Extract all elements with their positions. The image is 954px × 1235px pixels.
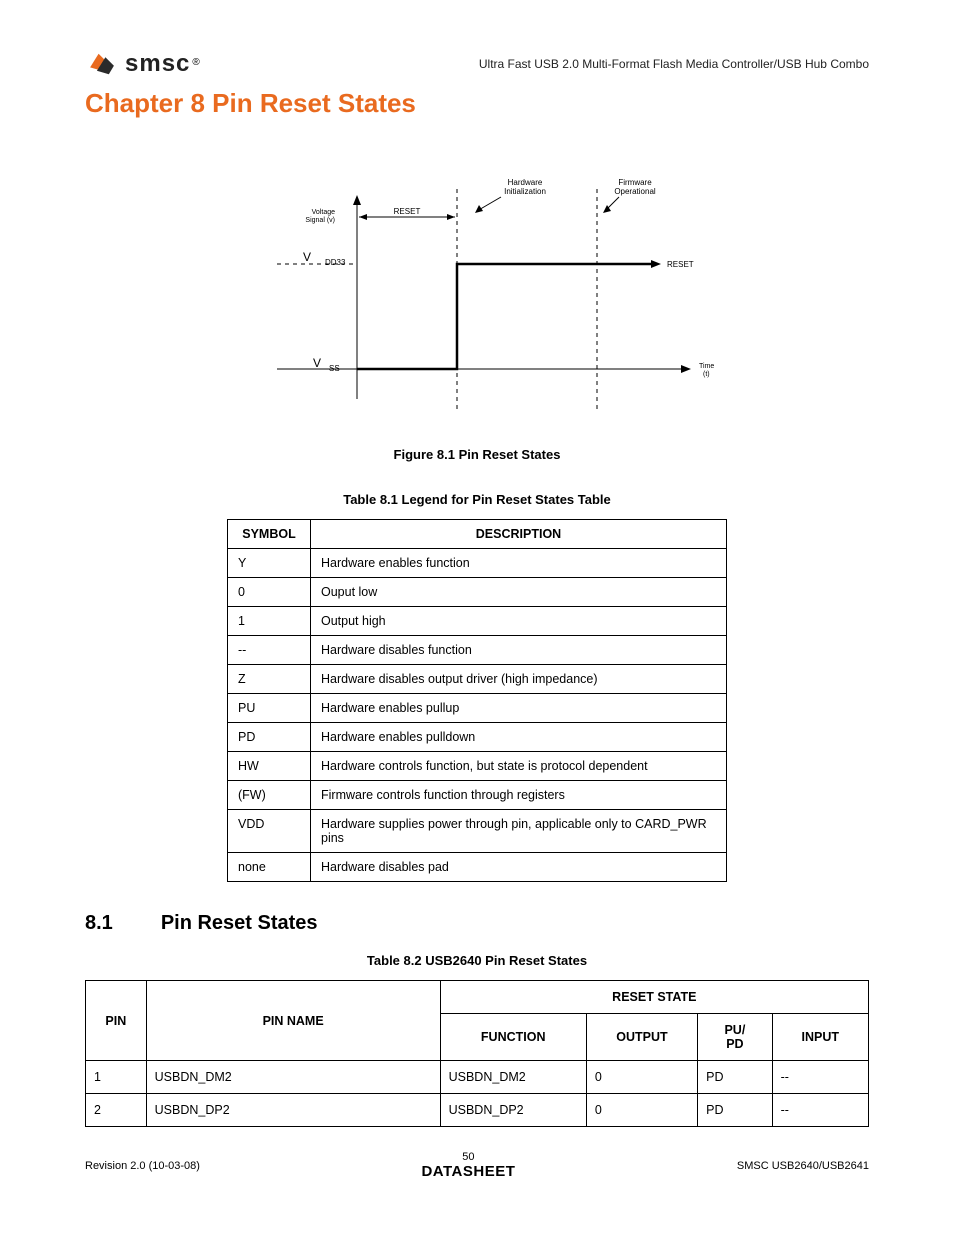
pins-header-function: FUNCTION — [440, 1014, 586, 1061]
legend-symbol: (FW) — [228, 781, 311, 810]
pins-cell-pupd: PD — [698, 1094, 772, 1127]
legend-row: (FW)Firmware controls function through r… — [228, 781, 727, 810]
logo: smsc® — [85, 50, 200, 78]
legend-description: Hardware disables function — [311, 636, 727, 665]
section-heading: 8.1 Pin Reset States — [85, 912, 869, 935]
legend-row: 0Ouput low — [228, 578, 727, 607]
legend-row: noneHardware disables pad — [228, 853, 727, 882]
svg-text:Hardware: Hardware — [508, 178, 543, 187]
logo-text: smsc® — [125, 50, 200, 78]
pins-header-pin: PIN — [86, 981, 147, 1061]
legend-symbol: PD — [228, 723, 311, 752]
svg-text:(t): (t) — [703, 371, 710, 378]
figure-caption: Figure 8.1 Pin Reset States — [85, 447, 869, 462]
pins-header-pupd: PU/ PD — [698, 1014, 772, 1061]
pins-header-output: OUTPUT — [586, 1014, 697, 1061]
svg-text:RESET: RESET — [667, 260, 694, 269]
table-legend-caption: Table 8.1 Legend for Pin Reset States Ta… — [85, 492, 869, 507]
legend-description: Hardware disables pad — [311, 853, 727, 882]
footer-page: 50 — [421, 1151, 515, 1163]
svg-text:Signal (v): Signal (v) — [305, 217, 335, 224]
svg-text:Firmware: Firmware — [618, 178, 652, 187]
pins-row: 2USBDN_DP2USBDN_DP20PD-- — [86, 1094, 869, 1127]
legend-description: Hardware enables function — [311, 549, 727, 578]
legend-symbol: HW — [228, 752, 311, 781]
legend-symbol: PU — [228, 694, 311, 723]
footer-right: SMSC USB2640/USB2641 — [737, 1160, 869, 1172]
legend-symbol: VDD — [228, 810, 311, 853]
section-title: Pin Reset States — [161, 912, 318, 935]
legend-symbol: none — [228, 853, 311, 882]
pins-cell-function: USBDN_DM2 — [440, 1061, 586, 1094]
svg-text:Time: Time — [699, 363, 714, 370]
legend-table: SYMBOL DESCRIPTION YHardware enables fun… — [227, 519, 727, 882]
legend-row: PUHardware enables pullup — [228, 694, 727, 723]
svg-text:V: V — [313, 356, 321, 370]
figure-diagram: Time (t) Voltage Signal (v) RESET Hardwa… — [85, 169, 869, 429]
legend-symbol: Y — [228, 549, 311, 578]
pins-cell-output: 0 — [586, 1061, 697, 1094]
legend-description: Hardware controls function, but state is… — [311, 752, 727, 781]
legend-header-symbol: SYMBOL — [228, 520, 311, 549]
pins-cell-name: USBDN_DM2 — [146, 1061, 440, 1094]
chapter-title: Chapter 8 Pin Reset States — [85, 88, 869, 119]
svg-text:V: V — [303, 250, 311, 264]
pins-cell-pin: 2 — [86, 1094, 147, 1127]
pins-header-name: PIN NAME — [146, 981, 440, 1061]
svg-text:Voltage: Voltage — [312, 209, 335, 216]
legend-symbol: Z — [228, 665, 311, 694]
legend-symbol: 0 — [228, 578, 311, 607]
legend-row: 1Output high — [228, 607, 727, 636]
table-pins-caption: Table 8.2 USB2640 Pin Reset States — [85, 953, 869, 968]
legend-description: Ouput low — [311, 578, 727, 607]
pins-cell-output: 0 — [586, 1094, 697, 1127]
legend-symbol: -- — [228, 636, 311, 665]
legend-row: ZHardware disables output driver (high i… — [228, 665, 727, 694]
pins-cell-input: -- — [772, 1061, 868, 1094]
page-footer: Revision 2.0 (10-03-08) 50 DATASHEET SMS… — [85, 1151, 869, 1180]
pins-cell-function: USBDN_DP2 — [440, 1094, 586, 1127]
legend-description: Hardware enables pullup — [311, 694, 727, 723]
legend-row: VDDHardware supplies power through pin, … — [228, 810, 727, 853]
legend-row: HWHardware controls function, but state … — [228, 752, 727, 781]
logo-icon — [85, 50, 119, 78]
pins-table: PIN PIN NAME RESET STATE FUNCTION OUTPUT… — [85, 980, 869, 1127]
pins-cell-pin: 1 — [86, 1061, 147, 1094]
pins-cell-input: -- — [772, 1094, 868, 1127]
svg-text:RESET: RESET — [394, 207, 421, 216]
page-header: smsc® Ultra Fast USB 2.0 Multi-Format Fl… — [85, 50, 869, 78]
pins-row: 1USBDN_DM2USBDN_DM20PD-- — [86, 1061, 869, 1094]
pins-cell-name: USBDN_DP2 — [146, 1094, 440, 1127]
legend-description: Hardware disables output driver (high im… — [311, 665, 727, 694]
legend-symbol: 1 — [228, 607, 311, 636]
pins-header-resetstate: RESET STATE — [440, 981, 868, 1014]
legend-row: --Hardware disables function — [228, 636, 727, 665]
svg-text:Initialization: Initialization — [504, 187, 546, 196]
legend-row: YHardware enables function — [228, 549, 727, 578]
footer-center: 50 DATASHEET — [421, 1151, 515, 1180]
footer-datasheet: DATASHEET — [421, 1163, 515, 1180]
legend-row: PDHardware enables pulldown — [228, 723, 727, 752]
svg-text:DD33: DD33 — [325, 258, 346, 267]
legend-description: Hardware supplies power through pin, app… — [311, 810, 727, 853]
header-subtitle: Ultra Fast USB 2.0 Multi-Format Flash Me… — [479, 57, 869, 71]
section-number: 8.1 — [85, 912, 113, 935]
pins-header-input: INPUT — [772, 1014, 868, 1061]
legend-header-description: DESCRIPTION — [311, 520, 727, 549]
footer-left: Revision 2.0 (10-03-08) — [85, 1160, 200, 1172]
svg-text:Operational: Operational — [614, 187, 656, 196]
legend-description: Firmware controls function through regis… — [311, 781, 727, 810]
pins-cell-pupd: PD — [698, 1061, 772, 1094]
svg-text:SS: SS — [329, 364, 340, 373]
legend-description: Output high — [311, 607, 727, 636]
legend-description: Hardware enables pulldown — [311, 723, 727, 752]
